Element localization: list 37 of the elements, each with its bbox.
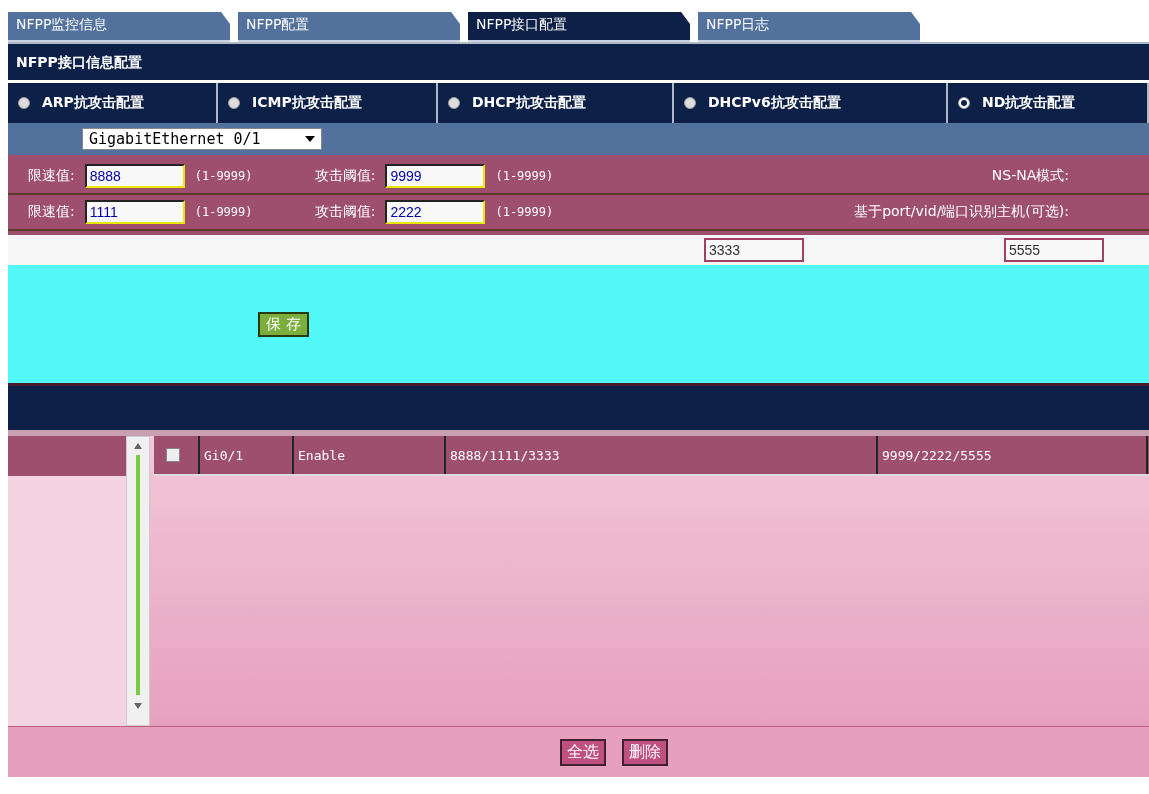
field-label: 限速值: xyxy=(28,203,75,221)
select-all-button[interactable]: 全选 xyxy=(559,738,606,766)
field-label: 攻击阈值: xyxy=(314,167,376,185)
tab[interactable]: NFPP配置 xyxy=(238,12,460,42)
range-hint: (1-9999) xyxy=(194,169,254,183)
tab[interactable]: NFPP日志 xyxy=(698,12,920,42)
caret-icon xyxy=(305,136,315,142)
table-cell: Gi0/1 xyxy=(200,436,294,474)
row-checkbox[interactable] xyxy=(166,448,180,462)
input-field[interactable]: 3333 xyxy=(704,238,804,262)
table-cell: Enable xyxy=(294,436,446,474)
range-hint: (1-9999) xyxy=(495,169,555,183)
radio-button[interactable] xyxy=(228,97,240,109)
input-field[interactable]: 8888 xyxy=(84,164,185,188)
input-field[interactable]: 1111 xyxy=(84,200,185,224)
field-label: NS-NA模式: xyxy=(991,167,1069,185)
input-field[interactable]: 5555 xyxy=(1004,238,1104,262)
scrollbar[interactable] xyxy=(126,436,150,726)
range-hint: (1-9999) xyxy=(194,205,254,219)
tab[interactable]: NFPP接口配置 xyxy=(468,12,690,42)
table-cell: 8888/1111/3333 xyxy=(446,436,878,474)
radio-button[interactable] xyxy=(684,97,696,109)
field-label: 限速值: xyxy=(28,167,75,185)
range-hint: (1-9999) xyxy=(495,205,555,219)
radio-button[interactable] xyxy=(18,97,30,109)
tab[interactable]: NFPP监控信息 xyxy=(8,12,230,42)
section-title: NFPP接口信息配置 xyxy=(8,42,1149,83)
radio-button[interactable] xyxy=(958,97,970,109)
field-label: 攻击阈值: xyxy=(314,203,376,221)
field-label: 基于port/vid/端口识别主机(可选): xyxy=(854,203,1069,221)
table-cell: 9999/2222/5555 xyxy=(878,436,1148,474)
interface-dropdown[interactable]: GigabitEthernet 0/1 xyxy=(82,128,322,150)
input-field[interactable]: 9999 xyxy=(385,164,486,188)
input-field[interactable]: 2222 xyxy=(385,200,486,224)
delete-button[interactable]: 删除 xyxy=(621,738,668,766)
dropdown-value: GigabitEthernet 0/1 xyxy=(89,130,261,148)
radio-button[interactable] xyxy=(448,97,460,109)
